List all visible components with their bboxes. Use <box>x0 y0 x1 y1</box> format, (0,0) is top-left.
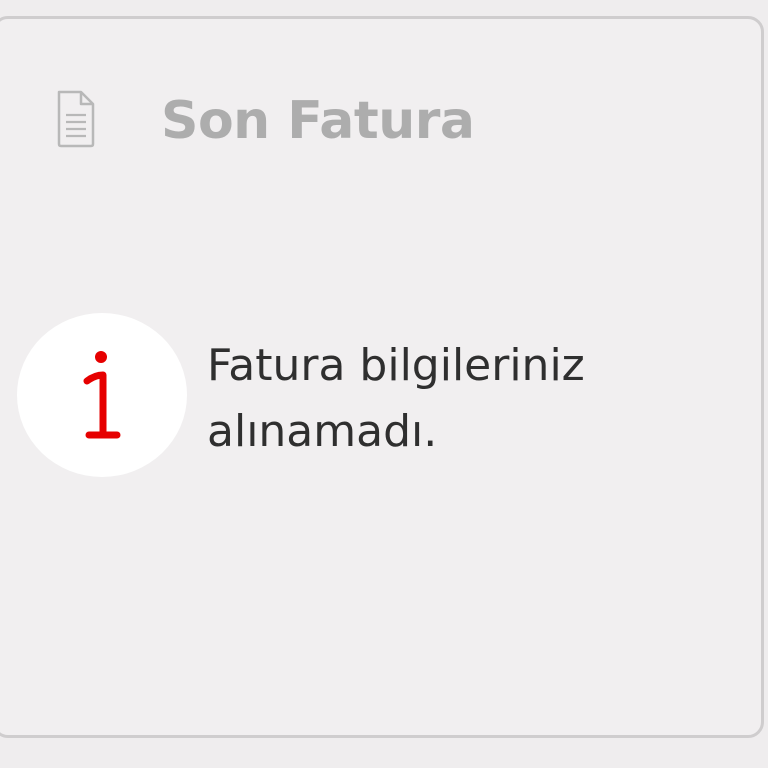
last-invoice-card: Son Fatura Fatura bilgileriniz alınamadı… <box>0 16 764 738</box>
info-badge <box>17 313 187 477</box>
info-icon <box>83 351 121 439</box>
document-icon <box>57 90 95 148</box>
card-title: Son Fatura <box>161 91 475 151</box>
error-message: Fatura bilgileriniz alınamadı. <box>207 340 585 457</box>
